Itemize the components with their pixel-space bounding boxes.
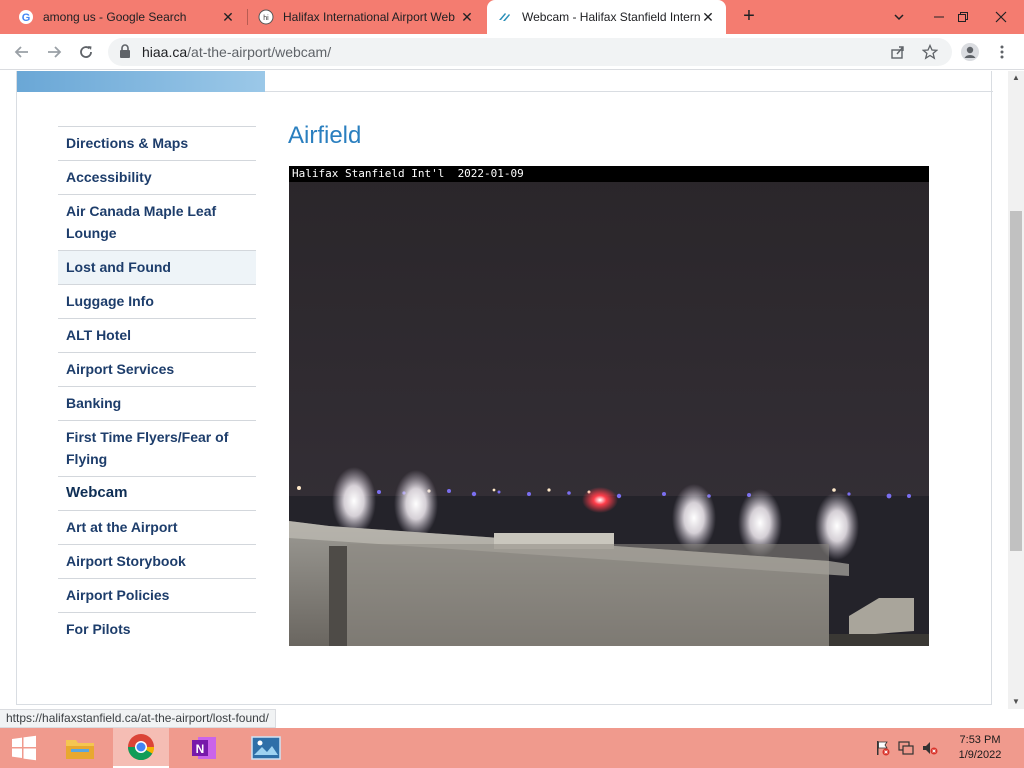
tab-halifax-airport[interactable]: hi Halifax International Airport Web ✕ [248, 0, 485, 34]
page-title: Airfield [288, 122, 362, 149]
header-banner-strip [17, 71, 265, 92]
svg-text:N: N [196, 742, 205, 756]
close-tab-icon[interactable]: ✕ [459, 9, 475, 25]
new-tab-button[interactable]: + [738, 6, 760, 28]
header-divider [265, 91, 993, 92]
sidebar-item-alt-hotel[interactable]: ALT Hotel [58, 318, 256, 352]
tab-title: among us - Google Search [43, 10, 187, 24]
sidebar-item-first-time-flyers[interactable]: First Time Flyers/Fear of Flying [58, 420, 256, 476]
sidebar-item-maple-leaf-lounge[interactable]: Air Canada Maple Leaf Lounge [58, 194, 256, 250]
close-window-icon[interactable] [978, 0, 1024, 34]
link-status-bubble: https://halifaxstanfield.ca/at-the-airpo… [0, 709, 276, 728]
system-clock[interactable]: 7:53 PM 1/9/2022 [948, 733, 1012, 763]
sidebar-item-for-pilots[interactable]: For Pilots [58, 612, 256, 646]
bookmark-star-icon[interactable] [922, 44, 938, 60]
sidebar-item-banking[interactable]: Banking [58, 386, 256, 420]
webcam-night-scene [289, 166, 929, 646]
onenote-icon[interactable]: N [176, 728, 232, 768]
sidebar-item-webcam[interactable]: Webcam [58, 476, 256, 510]
sidebar-item-directions-maps[interactable]: Directions & Maps [58, 126, 256, 160]
back-icon[interactable] [10, 40, 34, 64]
sidebar-item-airport-policies[interactable]: Airport Policies [58, 578, 256, 612]
close-tab-icon[interactable]: ✕ [220, 9, 236, 25]
address-bar[interactable]: hiaa.ca/at-the-airport/webcam/ [108, 38, 952, 66]
svg-text:G: G [22, 12, 31, 24]
reload-icon[interactable] [74, 40, 98, 64]
tab-title: Webcam - Halifax Stanfield Intern [522, 10, 700, 24]
sidebar-item-accessibility[interactable]: Accessibility [58, 160, 256, 194]
webcam-image: Halifax Stanfield Int'l 2022-01-09 [289, 166, 929, 646]
hiaa-icon: hi [258, 9, 274, 25]
scroll-up-arrow-icon[interactable]: ▲ [1008, 71, 1024, 85]
flag-notification-icon[interactable] [874, 740, 890, 756]
volume-muted-icon[interactable] [922, 740, 938, 756]
close-tab-icon[interactable]: ✕ [700, 9, 716, 25]
share-icon[interactable] [890, 44, 906, 60]
sidebar-item-airport-services[interactable]: Airport Services [58, 352, 256, 386]
hiaa-wave-icon [497, 9, 513, 25]
sidebar-nav: Directions & Maps Accessibility Air Cana… [58, 126, 256, 646]
page-scrollbar[interactable]: ▲ ▼ [1008, 71, 1024, 709]
browser-toolbar: hiaa.ca/at-the-airport/webcam/ [0, 34, 1024, 70]
photos-icon[interactable] [238, 728, 294, 768]
file-explorer-icon[interactable] [52, 728, 108, 768]
browser-menu-icon[interactable] [990, 40, 1014, 64]
sidebar-item-airport-storybook[interactable]: Airport Storybook [58, 544, 256, 578]
url-host: hiaa.ca [142, 44, 188, 60]
windows-taskbar: N 7:53 PM 1/9/2022 [0, 728, 1024, 768]
tab-strip: G among us - Google Search ✕ hi Halifax … [0, 0, 1024, 34]
scrollbar-thumb[interactable] [1010, 211, 1022, 551]
tab-webcam[interactable]: Webcam - Halifax Stanfield Intern ✕ [487, 0, 726, 34]
profile-avatar-icon[interactable] [958, 40, 982, 64]
google-icon: G [18, 9, 34, 25]
svg-text:hi: hi [263, 15, 269, 22]
tab-title: Halifax International Airport Web [283, 10, 455, 24]
sidebar-item-art-at-airport[interactable]: Art at the Airport [58, 510, 256, 544]
webcam-timestamp-caption: Halifax Stanfield Int'l 2022-01-09 [289, 166, 929, 182]
start-icon[interactable] [0, 728, 48, 768]
sidebar-item-luggage-info[interactable]: Luggage Info [58, 284, 256, 318]
network-icon[interactable] [898, 740, 914, 756]
url-text: hiaa.ca/at-the-airport/webcam/ [142, 44, 331, 60]
chrome-icon[interactable] [113, 728, 169, 768]
clock-time: 7:53 PM [959, 734, 1001, 746]
scroll-down-arrow-icon[interactable]: ▼ [1008, 695, 1024, 709]
url-path: /at-the-airport/webcam/ [187, 44, 332, 60]
sidebar-item-lost-and-found[interactable]: Lost and Found [58, 250, 256, 284]
tab-google-search[interactable]: G among us - Google Search ✕ [8, 0, 246, 34]
clock-date: 1/9/2022 [958, 749, 1002, 761]
forward-icon[interactable] [42, 40, 66, 64]
lock-icon[interactable] [119, 44, 131, 64]
